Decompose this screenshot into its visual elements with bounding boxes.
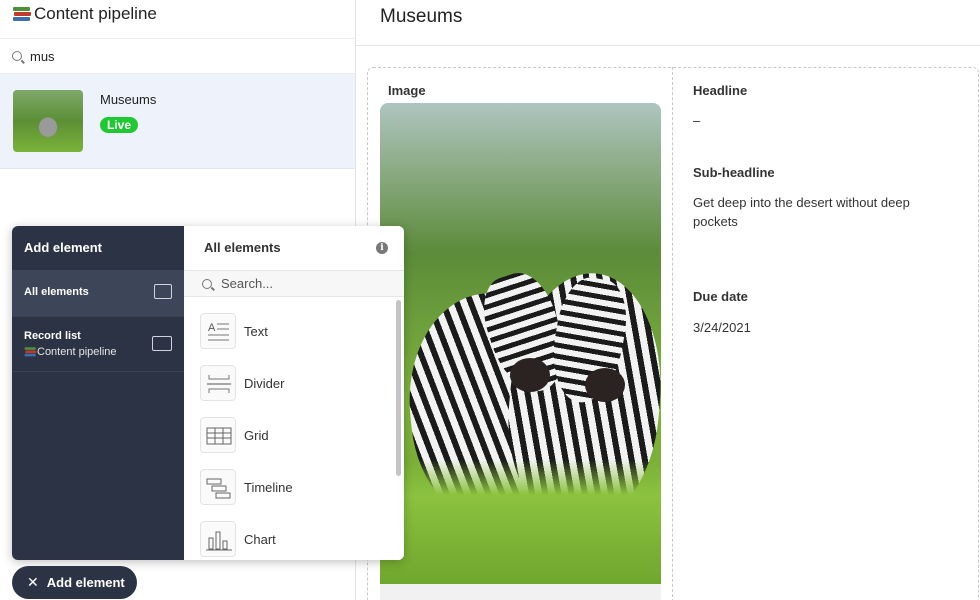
nav-label: Record list [24,330,81,342]
panel-title: Add element [24,240,103,255]
element-label: Divider [244,375,285,391]
nav-all-elements[interactable]: All elements [12,270,184,316]
divider-icon [200,365,236,401]
nav-label: All elements [24,286,89,298]
element-label: Grid [244,427,269,443]
due-date-label: Due date [693,289,748,304]
element-category-nav: Add element All elements Record list Con… [12,226,184,560]
add-element-label: Add element [46,575,125,590]
info-icon[interactable]: i [376,242,388,254]
text-icon: A [200,313,236,349]
element-label: Chart [244,531,276,547]
element-divider[interactable]: Divider [200,365,380,401]
element-label: Timeline [244,479,293,495]
books-icon [12,5,32,23]
chart-icon [200,521,236,557]
record-thumbnail [13,90,83,152]
record-name: Museums [100,92,157,107]
archive-icon [154,284,172,299]
record-detail-pane: Museums Image Headline – Sub-headline Ge… [356,0,980,600]
search-bar[interactable]: mus [0,38,355,74]
zebra-image[interactable] [380,103,661,600]
header-divider [356,45,980,46]
status-badge: Live [100,117,139,133]
headline-label: Headline [693,83,748,98]
element-timeline[interactable]: Timeline [200,469,380,505]
timeline-icon [200,469,236,505]
subheadline-label: Sub-headline [693,165,775,180]
books-icon [24,346,37,357]
subheadline-value: Get deep into the desert without deep po… [693,195,910,229]
element-search-input[interactable]: Search... [184,270,404,297]
grid-icon [200,417,236,453]
element-list-title: All elements [204,240,281,255]
nav-sublabel: Content pipeline [24,346,117,358]
nav-record-list[interactable]: Record list Content pipeline [12,316,184,372]
app-title-text: Content pipeline [34,4,157,23]
image-controls[interactable] [380,584,661,600]
list-item[interactable]: Museums Live [0,74,355,169]
element-text[interactable]: A Text [200,313,380,349]
due-date-value: 3/24/2021 [693,320,751,335]
headline-value: – [693,113,701,128]
add-element-panel: Add element All elements Record list Con… [12,226,404,560]
element-grid[interactable]: Grid [200,417,380,453]
page-title: Museums [380,6,463,27]
search-icon [12,51,22,61]
column-divider [672,67,673,600]
search-icon [202,278,212,289]
search-placeholder: Search... [221,276,274,291]
app-title: Content pipeline [12,4,157,24]
svg-text:A: A [208,322,216,334]
element-list-scrollbar[interactable] [396,300,401,476]
image-field-label: Image [388,83,426,98]
close-icon: ✕ [27,574,39,590]
element-label: Text [244,323,268,339]
element-list: All elements i Search... A Text Divider … [184,226,404,560]
record-list-icon [152,336,172,351]
search-input[interactable]: mus [30,49,55,64]
element-chart[interactable]: Chart [200,521,380,557]
add-element-button[interactable]: ✕ Add element [12,566,137,599]
